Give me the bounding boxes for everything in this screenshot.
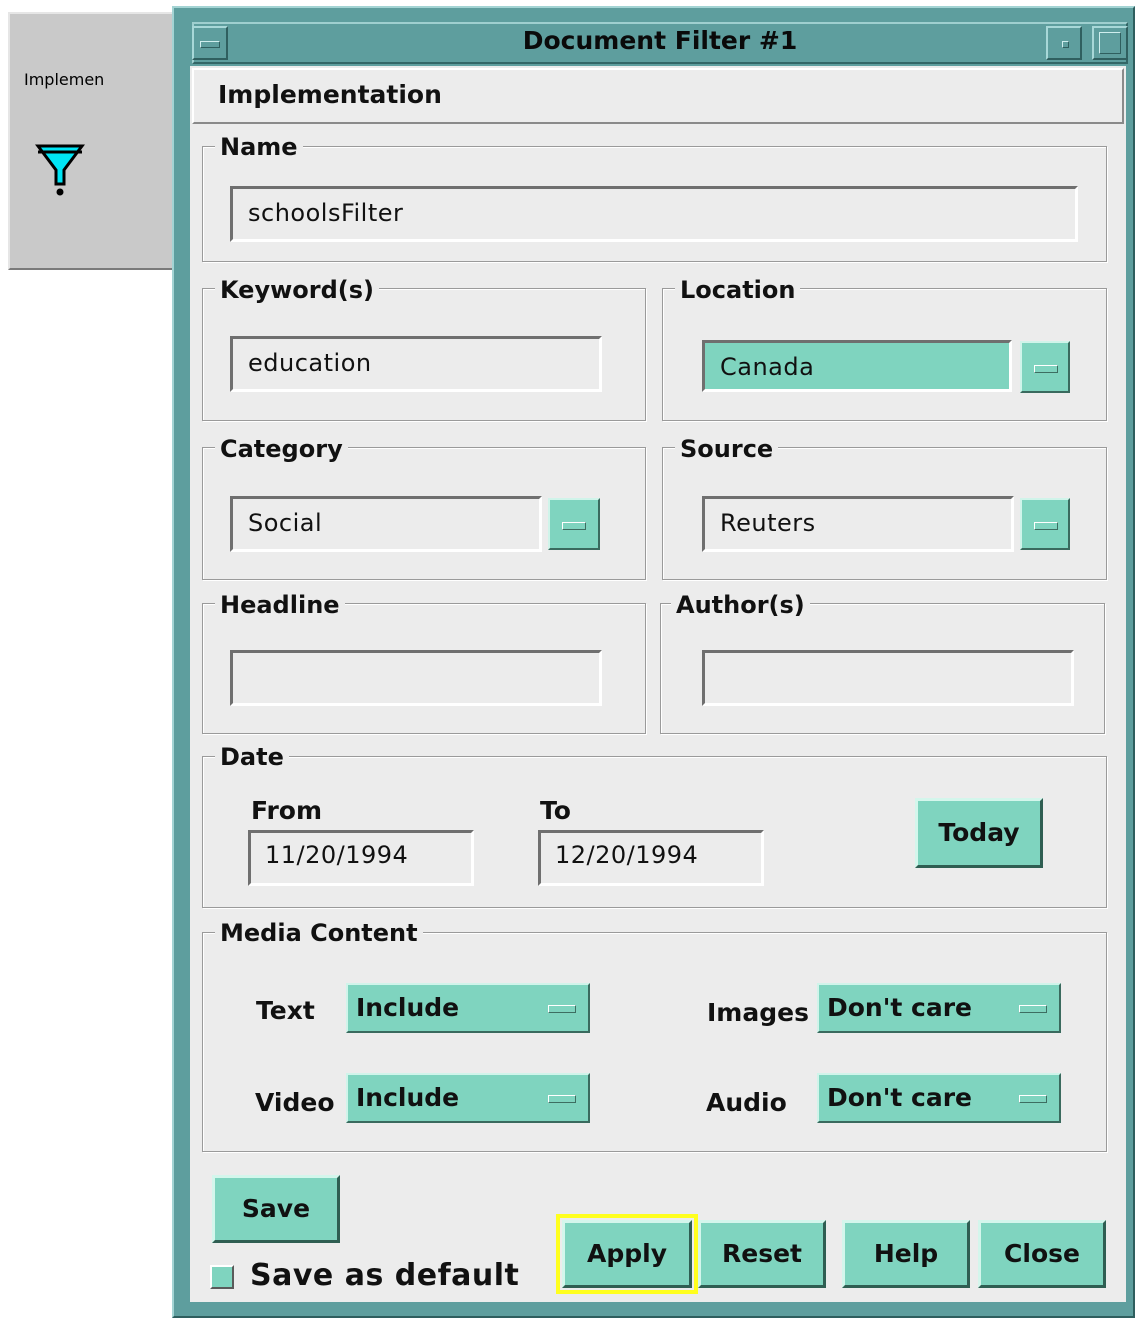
name-field[interactable]: schoolsFilter <box>230 186 1078 242</box>
media-images-value: Don't care <box>827 993 973 1022</box>
filter-icon-button[interactable] <box>32 140 88 202</box>
date-from-label: From <box>251 796 323 825</box>
authors-field[interactable] <box>702 650 1074 706</box>
name-legend: Name <box>215 133 303 161</box>
media-audio-value: Don't care <box>827 1083 973 1112</box>
headline-legend: Headline <box>215 591 345 619</box>
location-field[interactable]: Canada <box>702 340 1012 392</box>
media-audio-label: Audio <box>706 1088 787 1117</box>
save-as-default-label: Save as default <box>250 1258 520 1293</box>
background-window-menu[interactable]: Implemen <box>24 70 184 132</box>
media-audio-option[interactable]: Don't care <box>817 1073 1061 1123</box>
maximize-button[interactable] <box>1092 26 1128 60</box>
keywords-field[interactable]: education <box>230 336 602 392</box>
location-list-button[interactable] <box>1020 341 1070 393</box>
reset-button[interactable]: Reset <box>698 1220 826 1288</box>
media-text-value: Include <box>356 993 460 1022</box>
save-as-default-checkbox[interactable] <box>210 1265 234 1289</box>
date-to-label: To <box>540 796 571 825</box>
menu-implementation[interactable]: Implementation <box>218 80 442 109</box>
save-button[interactable]: Save <box>212 1175 340 1243</box>
source-field[interactable]: Reuters <box>702 496 1014 552</box>
media-images-option[interactable]: Don't care <box>817 983 1061 1033</box>
media-video-label: Video <box>255 1088 335 1117</box>
media-text-option[interactable]: Include <box>346 983 590 1033</box>
filter-funnel-icon <box>32 140 88 202</box>
media-images-label: Images <box>707 998 809 1027</box>
background-window-area: Implemen <box>8 12 180 270</box>
close-button[interactable]: Close <box>978 1220 1106 1288</box>
date-legend: Date <box>215 743 289 771</box>
window-title: Document Filter #1 <box>522 26 798 55</box>
source-legend: Source <box>675 435 779 463</box>
today-button[interactable]: Today <box>915 798 1043 868</box>
date-to-field[interactable]: 12/20/1994 <box>538 830 764 886</box>
background-window-menu-label: Implemen <box>24 70 105 89</box>
keywords-legend: Keyword(s) <box>215 276 379 304</box>
media-video-option[interactable]: Include <box>346 1073 590 1123</box>
help-button[interactable]: Help <box>842 1220 970 1288</box>
apply-button[interactable]: Apply <box>562 1220 692 1288</box>
category-legend: Category <box>215 435 348 463</box>
media-legend: Media Content <box>215 919 423 947</box>
source-list-button[interactable] <box>1020 498 1070 550</box>
media-text-label: Text <box>256 996 315 1025</box>
background-window-titlebar <box>12 16 176 60</box>
date-from-field[interactable]: 11/20/1994 <box>248 830 474 886</box>
category-field[interactable]: Social <box>230 496 542 552</box>
location-legend: Location <box>675 276 801 304</box>
category-list-button[interactable] <box>548 498 600 550</box>
headline-field[interactable] <box>230 650 602 706</box>
minimize-button[interactable] <box>1046 26 1082 60</box>
window-menu-button[interactable] <box>192 26 228 60</box>
media-video-value: Include <box>356 1083 460 1112</box>
authors-legend: Author(s) <box>671 591 810 619</box>
